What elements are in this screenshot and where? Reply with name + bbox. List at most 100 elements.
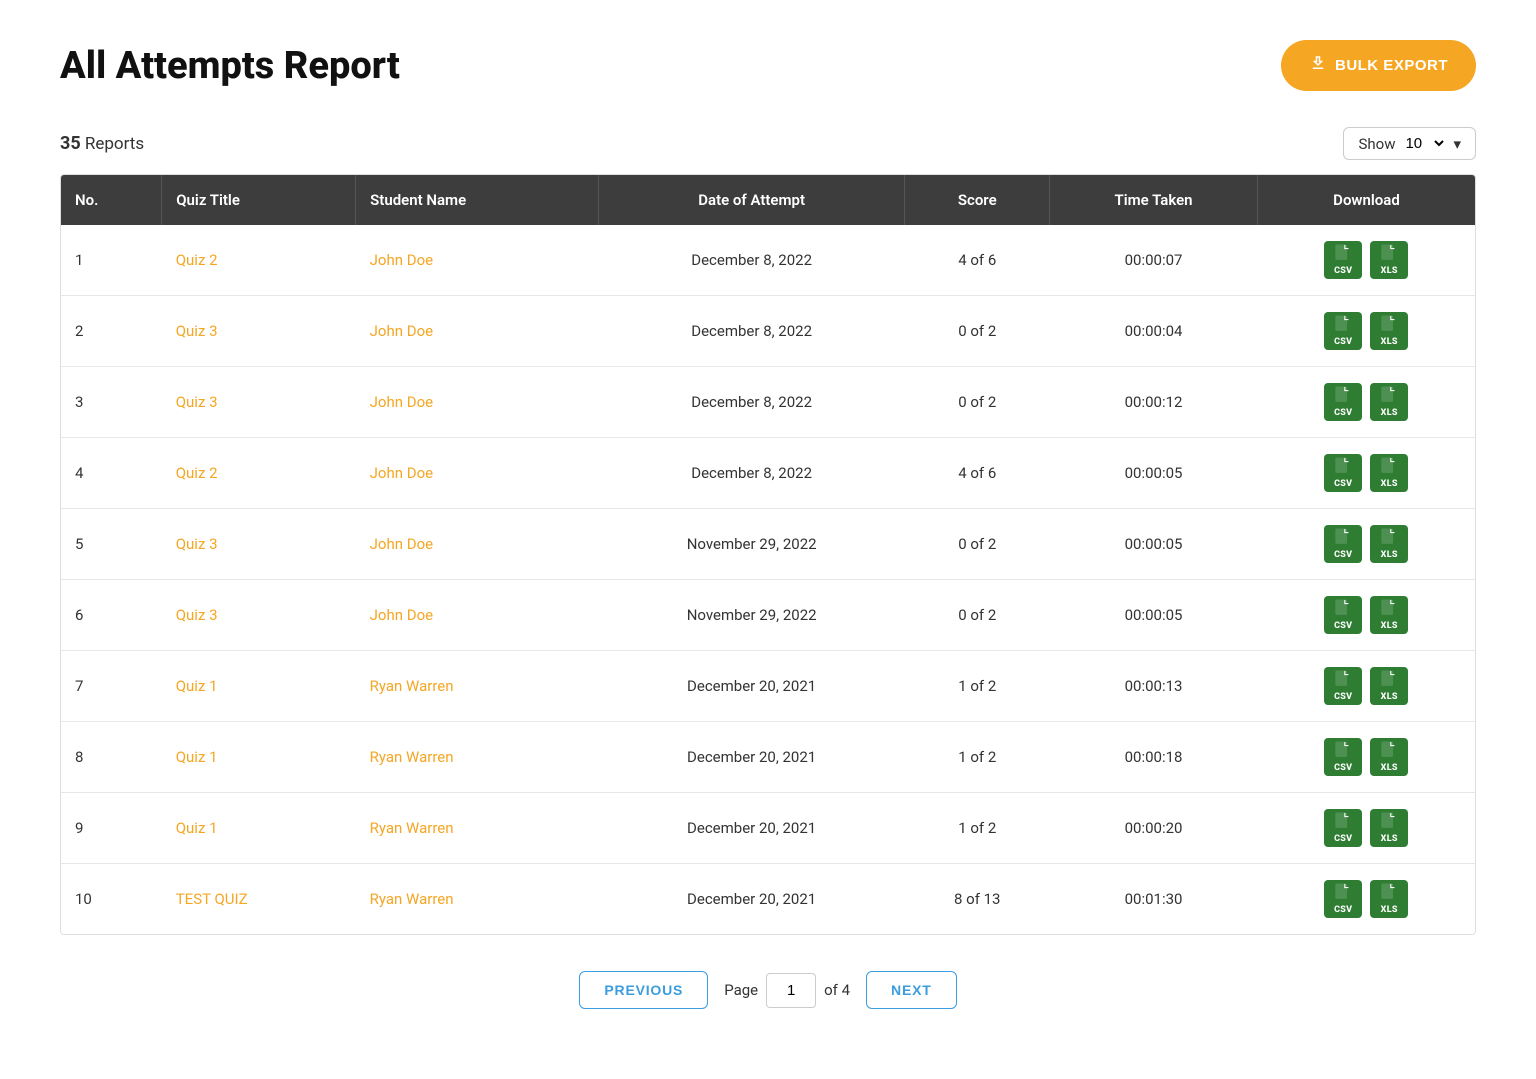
cell-time-taken: 00:00:13 <box>1050 651 1258 722</box>
quiz-title-link[interactable]: Quiz 3 <box>176 393 218 411</box>
student-name-link[interactable]: John Doe <box>370 464 433 482</box>
cell-no: 2 <box>61 296 162 367</box>
quiz-title-link[interactable]: Quiz 1 <box>176 819 218 837</box>
xls-download-button[interactable]: XLS <box>1370 383 1408 421</box>
header-row: All Attempts Report BULK EXPORT <box>60 40 1476 91</box>
cell-date: December 20, 2021 <box>598 651 905 722</box>
csv-download-button[interactable]: CSV <box>1324 596 1362 634</box>
next-button[interactable]: NEXT <box>866 971 957 1009</box>
col-time-taken: Time Taken <box>1050 175 1258 225</box>
bulk-export-label: BULK EXPORT <box>1335 57 1448 74</box>
student-name-link[interactable]: John Doe <box>370 606 433 624</box>
bulk-export-icon <box>1309 54 1327 77</box>
cell-score: 1 of 2 <box>905 722 1050 793</box>
student-name-link[interactable]: John Doe <box>370 535 433 553</box>
cell-quiz-title: Quiz 3 <box>162 367 356 438</box>
of-label: of 4 <box>824 981 850 999</box>
page-title: All Attempts Report <box>60 44 400 88</box>
attempts-table: No. Quiz Title Student Name Date of Atte… <box>61 175 1475 934</box>
sub-header: 35 Reports Show 10 25 50 100 ▾ <box>60 127 1476 160</box>
cell-no: 5 <box>61 509 162 580</box>
quiz-title-link[interactable]: Quiz 2 <box>176 464 218 482</box>
quiz-title-link[interactable]: Quiz 2 <box>176 251 218 269</box>
cell-download: CSV XLS <box>1257 793 1475 864</box>
cell-download: CSV XLS <box>1257 580 1475 651</box>
quiz-title-link[interactable]: Quiz 3 <box>176 535 218 553</box>
cell-download: CSV XLS <box>1257 438 1475 509</box>
cell-student-name: Ryan Warren <box>356 722 599 793</box>
cell-score: 0 of 2 <box>905 296 1050 367</box>
xls-download-button[interactable]: XLS <box>1370 525 1408 563</box>
col-date-of-attempt: Date of Attempt <box>598 175 905 225</box>
col-student-name: Student Name <box>356 175 599 225</box>
cell-student-name: Ryan Warren <box>356 793 599 864</box>
cell-student-name: John Doe <box>356 296 599 367</box>
cell-no: 4 <box>61 438 162 509</box>
page-input-group: Page of 4 <box>724 973 850 1008</box>
csv-download-button[interactable]: CSV <box>1324 383 1362 421</box>
cell-quiz-title: Quiz 3 <box>162 509 356 580</box>
cell-date: December 8, 2022 <box>598 296 905 367</box>
table-row: 3 Quiz 3 John Doe December 8, 2022 0 of … <box>61 367 1475 438</box>
cell-date: November 29, 2022 <box>598 580 905 651</box>
cell-no: 1 <box>61 225 162 296</box>
show-select-wrapper[interactable]: Show 10 25 50 100 ▾ <box>1343 127 1476 160</box>
xls-download-button[interactable]: XLS <box>1370 596 1408 634</box>
xls-download-button[interactable]: XLS <box>1370 809 1408 847</box>
xls-download-button[interactable]: XLS <box>1370 312 1408 350</box>
quiz-title-link[interactable]: Quiz 3 <box>176 322 218 340</box>
page-number-input[interactable] <box>766 973 816 1008</box>
quiz-title-link[interactable]: Quiz 1 <box>176 677 218 695</box>
bulk-export-button[interactable]: BULK EXPORT <box>1281 40 1476 91</box>
xls-download-button[interactable]: XLS <box>1370 454 1408 492</box>
cell-no: 8 <box>61 722 162 793</box>
table-row: 4 Quiz 2 John Doe December 8, 2022 4 of … <box>61 438 1475 509</box>
xls-download-button[interactable]: XLS <box>1370 738 1408 776</box>
csv-download-button[interactable]: CSV <box>1324 738 1362 776</box>
quiz-title-link[interactable]: TEST QUIZ <box>176 890 248 908</box>
student-name-link[interactable]: John Doe <box>370 251 433 269</box>
cell-score: 4 of 6 <box>905 438 1050 509</box>
col-quiz-title: Quiz Title <box>162 175 356 225</box>
student-name-link[interactable]: Ryan Warren <box>370 819 454 837</box>
csv-download-button[interactable]: CSV <box>1324 312 1362 350</box>
table-row: 7 Quiz 1 Ryan Warren December 20, 2021 1… <box>61 651 1475 722</box>
student-name-link[interactable]: John Doe <box>370 322 433 340</box>
cell-download: CSV XLS <box>1257 296 1475 367</box>
pagination-row: PREVIOUS Page of 4 NEXT <box>60 971 1476 1039</box>
cell-score: 0 of 2 <box>905 509 1050 580</box>
cell-date: November 29, 2022 <box>598 509 905 580</box>
chevron-down-icon: ▾ <box>1453 135 1461 153</box>
reports-count: 35 Reports <box>60 133 144 154</box>
previous-button[interactable]: PREVIOUS <box>579 971 708 1009</box>
student-name-link[interactable]: Ryan Warren <box>370 677 454 695</box>
quiz-title-link[interactable]: Quiz 1 <box>176 748 218 766</box>
csv-download-button[interactable]: CSV <box>1324 667 1362 705</box>
csv-download-button[interactable]: CSV <box>1324 809 1362 847</box>
student-name-link[interactable]: John Doe <box>370 393 433 411</box>
cell-time-taken: 00:00:07 <box>1050 225 1258 296</box>
col-download: Download <box>1257 175 1475 225</box>
xls-download-button[interactable]: XLS <box>1370 880 1408 918</box>
csv-download-button[interactable]: CSV <box>1324 454 1362 492</box>
csv-download-button[interactable]: CSV <box>1324 880 1362 918</box>
table-row: 2 Quiz 3 John Doe December 8, 2022 0 of … <box>61 296 1475 367</box>
csv-download-button[interactable]: CSV <box>1324 241 1362 279</box>
student-name-link[interactable]: Ryan Warren <box>370 890 454 908</box>
cell-student-name: Ryan Warren <box>356 864 599 935</box>
cell-score: 1 of 2 <box>905 793 1050 864</box>
cell-time-taken: 00:00:18 <box>1050 722 1258 793</box>
xls-download-button[interactable]: XLS <box>1370 241 1408 279</box>
cell-download: CSV XLS <box>1257 651 1475 722</box>
cell-time-taken: 00:00:12 <box>1050 367 1258 438</box>
table-header-row: No. Quiz Title Student Name Date of Atte… <box>61 175 1475 225</box>
xls-download-button[interactable]: XLS <box>1370 667 1408 705</box>
cell-date: December 20, 2021 <box>598 864 905 935</box>
csv-download-button[interactable]: CSV <box>1324 525 1362 563</box>
cell-no: 6 <box>61 580 162 651</box>
quiz-title-link[interactable]: Quiz 3 <box>176 606 218 624</box>
student-name-link[interactable]: Ryan Warren <box>370 748 454 766</box>
table-row: 5 Quiz 3 John Doe November 29, 2022 0 of… <box>61 509 1475 580</box>
show-select[interactable]: 10 25 50 100 <box>1401 134 1447 153</box>
col-score: Score <box>905 175 1050 225</box>
